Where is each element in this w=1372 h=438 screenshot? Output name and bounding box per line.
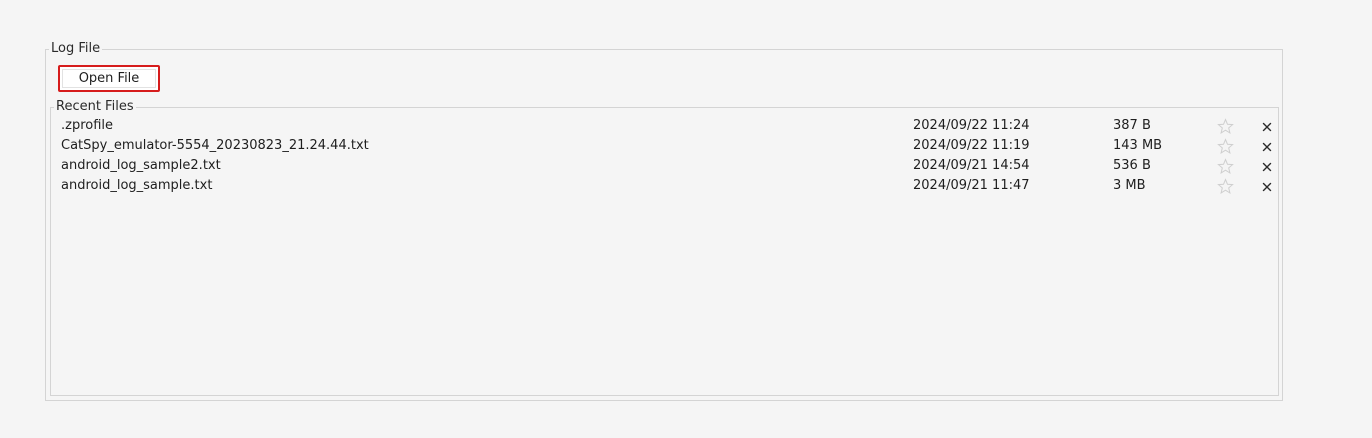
close-icon[interactable] — [1260, 160, 1274, 174]
close-icon[interactable] — [1260, 140, 1274, 154]
recent-file-row[interactable]: .zprofile 2024/09/22 11:24 387 B — [51, 117, 1278, 137]
recent-file-size: 143 MB — [1113, 138, 1163, 153]
star-icon[interactable] — [1217, 138, 1234, 155]
recent-file-size: 3 MB — [1113, 178, 1146, 193]
recent-file-row[interactable]: android_log_sample2.txt 2024/09/21 14:54… — [51, 157, 1278, 177]
recent-file-date: 2024/09/22 11:24 — [913, 118, 1030, 133]
recent-file-name[interactable]: android_log_sample.txt — [61, 177, 212, 195]
log-file-panel: Log File Open File Recent Files .zprofil… — [0, 0, 1372, 438]
recent-file-size: 536 B — [1113, 158, 1151, 173]
recent-file-row[interactable]: android_log_sample.txt 2024/09/21 11:47 … — [51, 177, 1278, 197]
open-file-button[interactable]: Open File — [62, 69, 156, 88]
close-icon[interactable] — [1260, 120, 1274, 134]
star-icon[interactable] — [1217, 118, 1234, 135]
recent-file-name[interactable]: CatSpy_emulator-5554_20230823_21.24.44.t… — [61, 137, 369, 155]
recent-files-title: Recent Files — [54, 98, 136, 115]
recent-file-name[interactable]: .zprofile — [61, 117, 113, 135]
recent-file-date: 2024/09/21 11:47 — [913, 178, 1030, 193]
recent-files-list: .zprofile 2024/09/22 11:24 387 B CatSpy_… — [51, 117, 1278, 197]
open-file-button-focus-ring: Open File — [58, 65, 160, 92]
star-icon[interactable] — [1217, 158, 1234, 175]
log-file-group-title: Log File — [49, 40, 103, 57]
recent-file-date: 2024/09/21 14:54 — [913, 158, 1030, 173]
recent-file-row[interactable]: CatSpy_emulator-5554_20230823_21.24.44.t… — [51, 137, 1278, 157]
recent-file-name[interactable]: android_log_sample2.txt — [61, 157, 221, 175]
star-icon[interactable] — [1217, 178, 1234, 195]
close-icon[interactable] — [1260, 180, 1274, 194]
recent-file-date: 2024/09/22 11:19 — [913, 138, 1030, 153]
recent-file-size: 387 B — [1113, 118, 1151, 133]
